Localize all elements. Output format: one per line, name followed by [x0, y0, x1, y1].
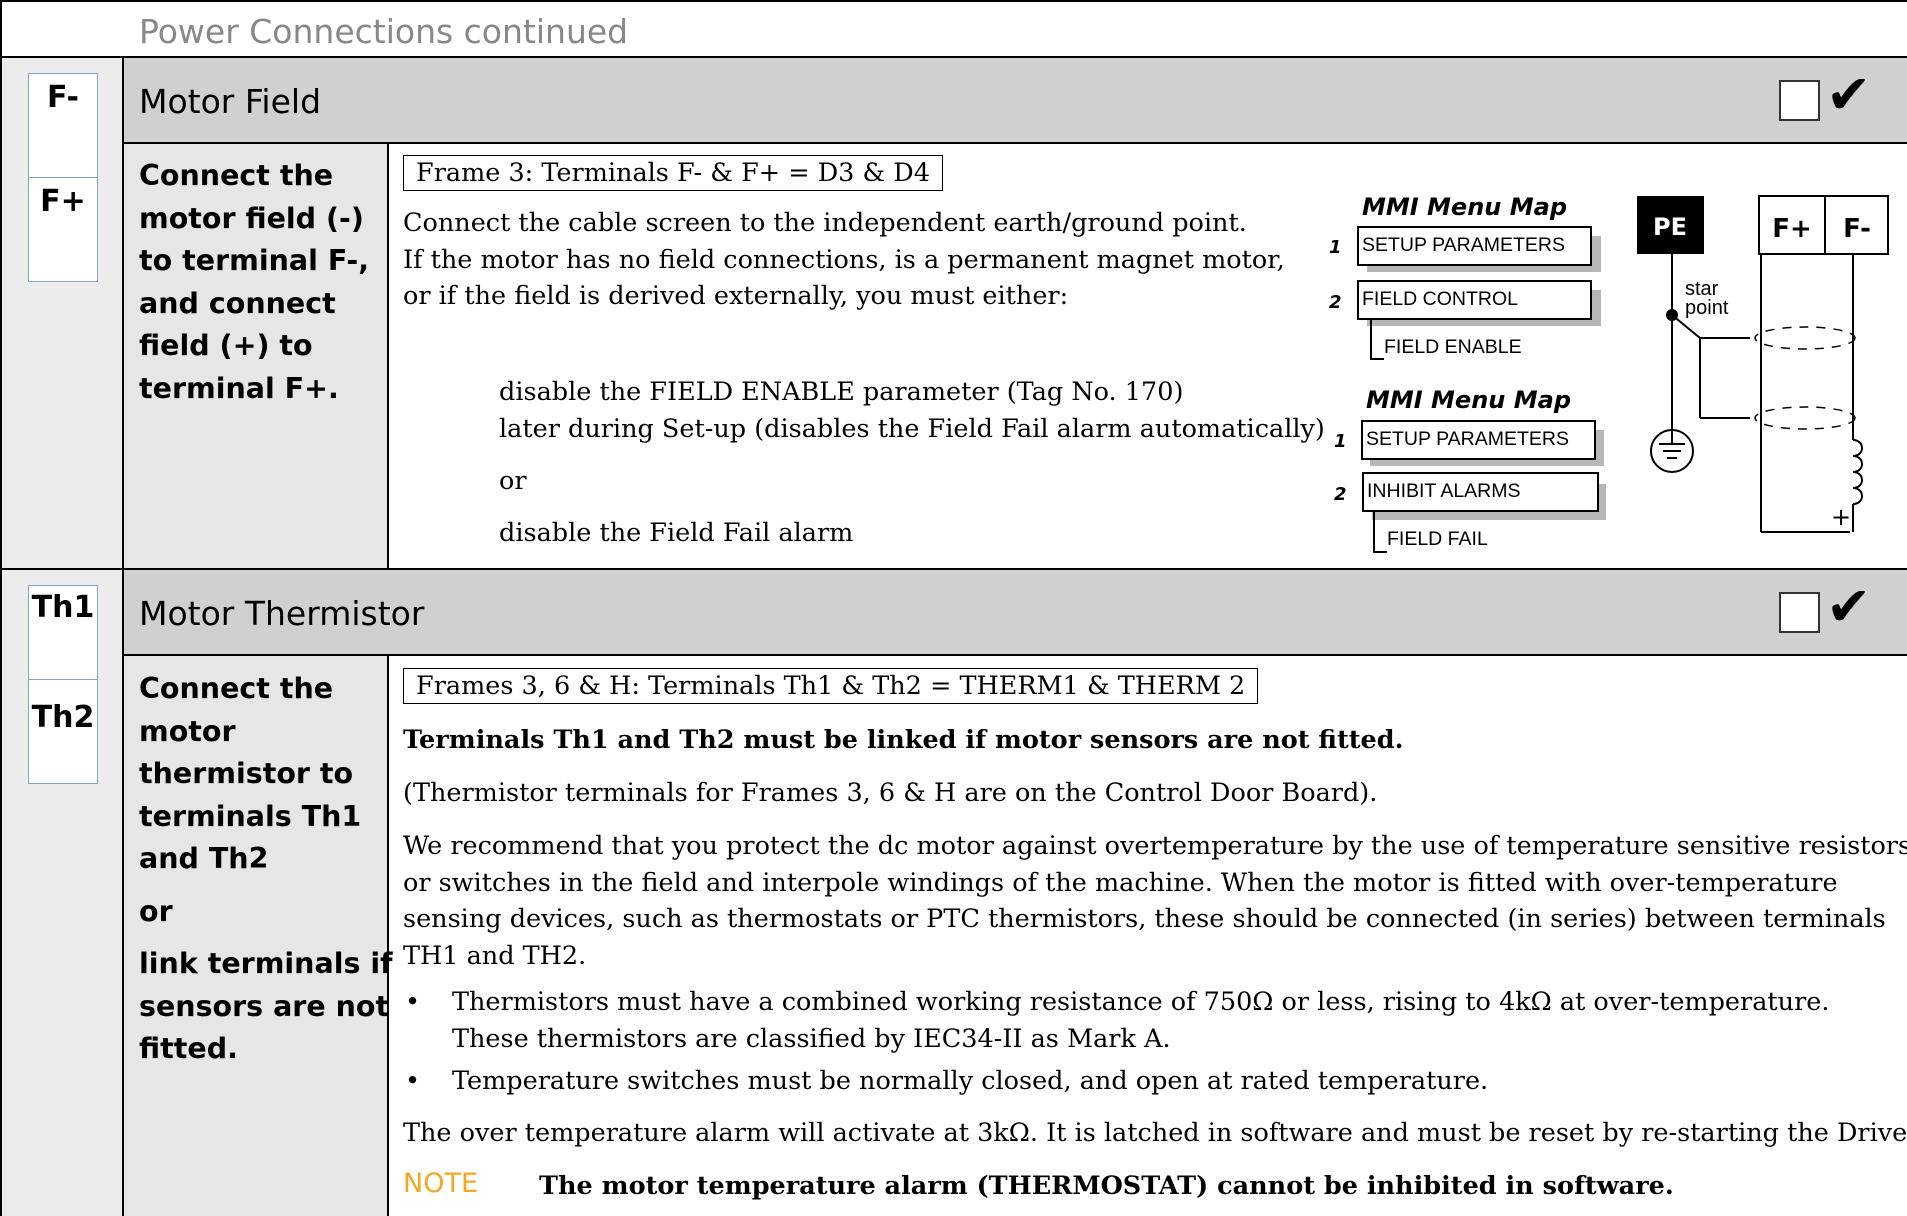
point-label: point [1685, 297, 1729, 319]
page-header: Power Connections continued [139, 12, 629, 51]
paragraph-line: sensing devices, such as thermostats or … [403, 904, 1886, 934]
instruction-line: fitted. [139, 1032, 238, 1065]
paragraph-line: If the motor has no field connections, i… [403, 244, 1285, 275]
terminal-label: Th1 [31, 590, 95, 625]
menu-item-setup-parameters[interactable]: SETUP PARAMETERS [1361, 420, 1596, 460]
field-wiring-diagram: PE F+ F- star point + [1637, 195, 1889, 533]
pe-label: PE [1653, 213, 1687, 241]
instruction-line: or [139, 894, 173, 928]
menu-level-number: 2 [1334, 484, 1347, 505]
terminal-label: Th2 [31, 700, 95, 735]
list-item-line: Temperature switches must be normally cl… [452, 1066, 1489, 1096]
menu-item-setup-parameters[interactable]: SETUP PARAMETERS [1357, 226, 1592, 266]
field-paragraph: Connect the cable screen to the independ… [403, 205, 1285, 315]
terminal-location-note: (Thermistor terminals for Frames 3, 6 & … [403, 778, 1378, 808]
terminal-label: F+ [40, 184, 86, 219]
instruction-line: to terminal F-, [139, 244, 370, 277]
menu-item-field-control[interactable]: FIELD CONTROL [1357, 280, 1592, 320]
checkbox[interactable] [1779, 592, 1820, 633]
option-line: disable the FIELD ENABLE parameter (Tag … [499, 377, 1184, 407]
mmi-map-title: MMI Menu Map [1362, 193, 1567, 221]
terminal-f-minus: F- [28, 73, 98, 178]
instruction-line: link terminals if [139, 947, 393, 980]
instruction-line: motor field (-) [139, 201, 364, 235]
instruction-line: thermistor to [139, 757, 354, 790]
menu-item-inhibit-alarms[interactable]: INHIBIT ALARMS [1362, 472, 1599, 512]
paragraph-line: or if the field is derived externally, y… [403, 281, 1069, 311]
instruction-line: field (+) to [139, 329, 313, 362]
paragraph-line: Connect the cable screen to the independ… [403, 208, 1247, 238]
requirement-list: Thermistors must have a combined working… [403, 984, 1829, 1100]
instruction-text: Connect the motor thermistor to terminal… [139, 668, 393, 1071]
option-line: later during Set-up (disables the Field … [499, 413, 1325, 444]
section-title: Motor Thermistor [139, 594, 425, 633]
list-item-line: These thermistors are classified by IEC3… [452, 1023, 1171, 1054]
menu-level-number: 1 [1329, 237, 1342, 258]
note-label: NOTE [403, 1168, 479, 1199]
alarm-threshold-text: The over temperature alarm will activate… [403, 1118, 1907, 1148]
instruction-line: motor [139, 714, 236, 748]
menu-level-number: 2 [1329, 292, 1342, 313]
terminal-label: F- [46, 80, 80, 115]
instruction-line: terminals Th1 [139, 799, 362, 833]
checkmark-icon: ✔ [1826, 63, 1872, 126]
option-one: disable the FIELD ENABLE parameter (Tag … [499, 374, 1325, 447]
checkbox[interactable] [1779, 80, 1820, 121]
menu-leaf-field-fail[interactable]: FIELD FAIL [1387, 528, 1488, 551]
section-title: Motor Field [139, 82, 322, 121]
instruction-line: sensors are not [139, 989, 390, 1023]
instruction-line: Connect the [139, 159, 334, 192]
f-minus-label: F- [1843, 214, 1871, 244]
or-text: or [499, 466, 527, 496]
list-item: Thermistors must have a combined working… [403, 984, 1829, 1057]
list-item-line: Thermistors must have a combined working… [452, 987, 1830, 1017]
paragraph-line: TH1 and TH2. [403, 940, 587, 971]
checkmark-icon: ✔ [1826, 575, 1872, 638]
frame-note: Frames 3, 6 & H: Terminals Th1 & Th2 = T… [403, 668, 1259, 704]
plus-label: + [1831, 503, 1851, 531]
terminal-f-plus: F+ [28, 177, 98, 282]
list-item: Temperature switches must be normally cl… [403, 1063, 1829, 1100]
mmi-map-title: MMI Menu Map [1366, 386, 1571, 414]
paragraph-line: or switches in the field and interpole w… [403, 867, 1838, 898]
linked-warning: Terminals Th1 and Th2 must be linked if … [403, 725, 1404, 755]
instruction-text: Connect the motor field (-) to terminal … [139, 155, 369, 410]
instruction-line: terminal F+. [139, 371, 339, 405]
instruction-line: Connect the [139, 672, 334, 705]
menu-leaf-field-enable[interactable]: FIELD ENABLE [1384, 336, 1522, 359]
frame-note: Frame 3: Terminals F- & F+ = D3 & D4 [403, 155, 943, 191]
terminal-th1: Th1 [28, 585, 98, 690]
note-text: The motor temperature alarm (THERMOSTAT)… [539, 1171, 1674, 1201]
instruction-line: and Th2 [139, 842, 269, 875]
menu-level-number: 1 [1334, 431, 1347, 452]
paragraph-line: We recommend that you protect the dc mot… [403, 831, 1907, 861]
instruction-line: and connect [139, 286, 336, 320]
f-plus-label: F+ [1772, 214, 1812, 244]
option-two: disable the Field Fail alarm [499, 518, 854, 548]
recommendation-paragraph: We recommend that you protect the dc mot… [403, 828, 1907, 974]
terminal-th2: Th2 [28, 679, 98, 784]
